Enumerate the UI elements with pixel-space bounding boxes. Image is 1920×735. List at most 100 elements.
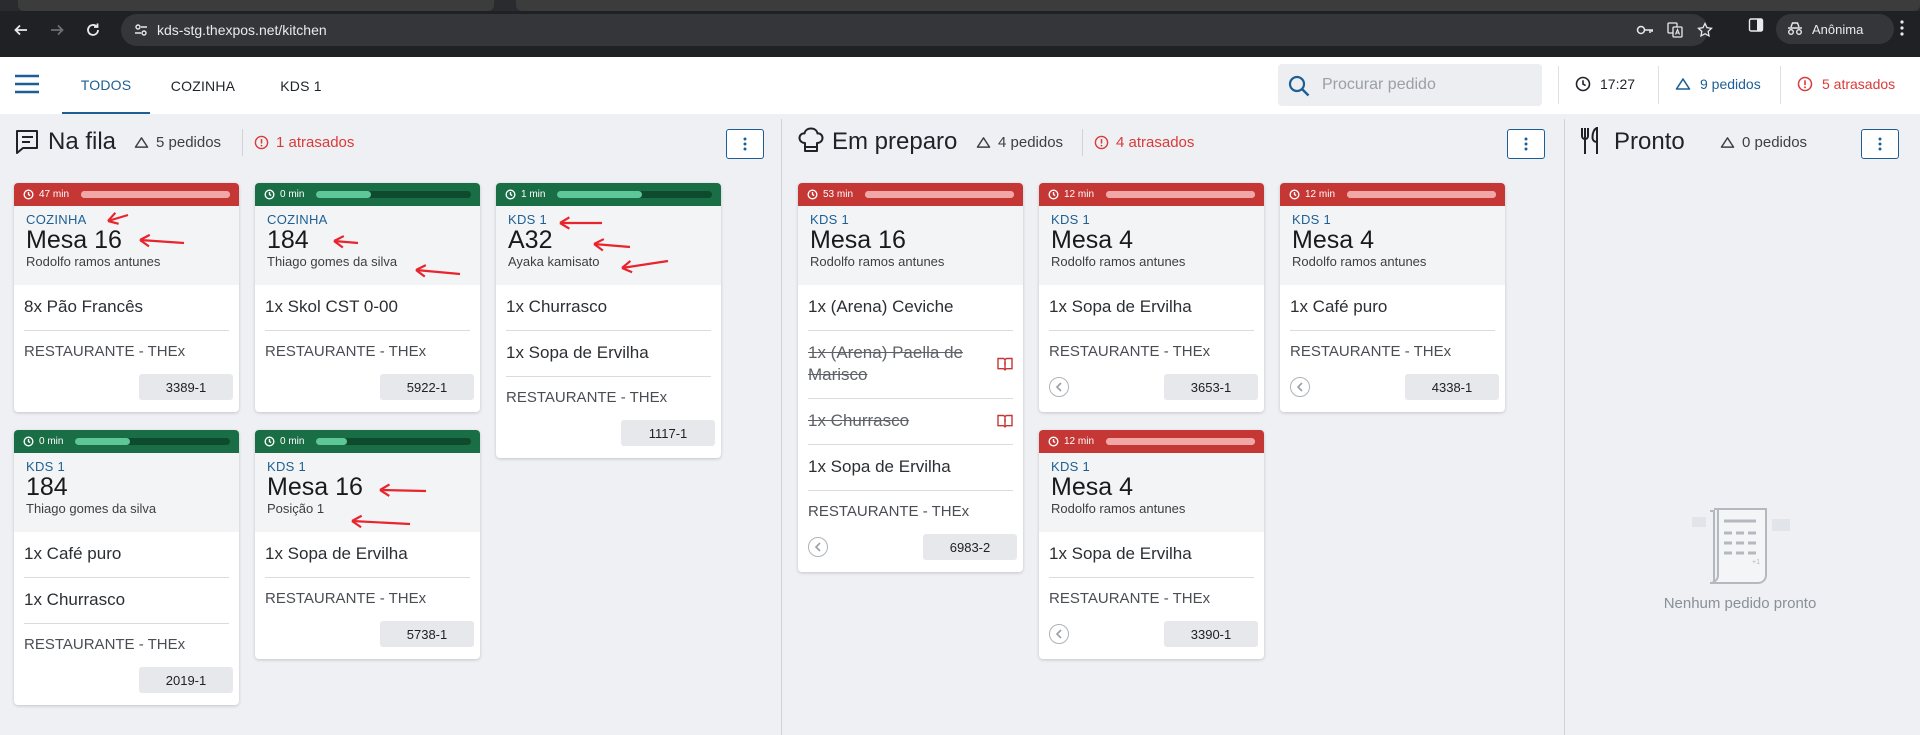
incognito-label: Anônima bbox=[1812, 21, 1864, 37]
order-code-chip[interactable]: 6983-2 bbox=[923, 534, 1017, 560]
order-item[interactable]: 1x Churrasco bbox=[506, 285, 711, 331]
order-card[interactable]: 0 min COZINHA 184 Thiago gomes da silva 1x S… bbox=[255, 183, 480, 412]
clock-icon bbox=[1048, 189, 1059, 200]
order-name: Mesa 16 bbox=[810, 226, 906, 254]
tab-todos[interactable]: TODOS bbox=[62, 57, 150, 114]
restaurant-name: RESTAURANTE - THEx bbox=[1290, 343, 1452, 360]
divider bbox=[1780, 66, 1781, 104]
customer-name: Rodolfo ramos antunes bbox=[1051, 254, 1186, 269]
order-item[interactable]: 1x (Arena) Paella de Marisco bbox=[808, 331, 1013, 399]
order-item[interactable]: 1x Sopa de Ervilha bbox=[1049, 532, 1254, 578]
search-input[interactable] bbox=[1322, 74, 1532, 96]
site-settings-icon[interactable] bbox=[134, 23, 148, 37]
order-code-chip[interactable]: 5922-1 bbox=[380, 374, 474, 400]
divider bbox=[242, 129, 243, 156]
customer-name: Thiago gomes da silva bbox=[26, 501, 157, 516]
column-options-button[interactable] bbox=[1507, 129, 1545, 159]
timer-progress-fill bbox=[316, 191, 371, 198]
move-back-button[interactable] bbox=[808, 537, 828, 557]
browser-tab[interactable] bbox=[516, 0, 1920, 11]
elapsed-time: 12 min bbox=[1064, 436, 1095, 447]
tab-kds-1[interactable]: KDS 1 bbox=[256, 57, 346, 114]
chevron-left-icon bbox=[814, 542, 821, 552]
station-label: KDS 1 bbox=[1051, 459, 1091, 474]
order-item[interactable]: 1x Sopa de Ervilha bbox=[506, 331, 711, 377]
order-footer: 6983-2 bbox=[798, 530, 1023, 572]
station-label: KDS 1 bbox=[810, 212, 850, 227]
order-card[interactable]: 1 min KDS 1 A32 Ayaka kamisato 1x Churrasco 1… bbox=[496, 183, 721, 458]
order-code-chip[interactable]: 4338-1 bbox=[1405, 374, 1499, 400]
timer-progress-bar bbox=[1106, 438, 1255, 445]
order-timer: 12 min bbox=[1280, 183, 1505, 206]
order-card[interactable]: 47 min COZINHA Mesa 16 Rodolfo ramos antune… bbox=[14, 183, 239, 412]
back-icon[interactable] bbox=[8, 17, 34, 43]
address-bar[interactable]: kds-stg.thexpos.net/kitchen bbox=[121, 14, 1713, 46]
search-box[interactable] bbox=[1278, 64, 1542, 106]
order-card[interactable]: 12 min KDS 1 Mesa 4 Rodolfo ramos antunes 1x… bbox=[1039, 183, 1264, 412]
order-code-chip[interactable]: 5738-1 bbox=[380, 621, 474, 647]
cancelled-book-icon[interactable] bbox=[997, 357, 1013, 372]
order-item[interactable]: 1x Café puro bbox=[1290, 285, 1495, 331]
restaurant-name: RESTAURANTE - THEx bbox=[24, 343, 186, 360]
customer-name: Rodolfo ramos antunes bbox=[1051, 501, 1186, 516]
order-item[interactable]: 1x Sopa de Ervilha bbox=[808, 445, 1013, 491]
reload-icon[interactable] bbox=[80, 17, 106, 43]
elapsed-time: 0 min bbox=[39, 436, 64, 447]
ready-empty-state: +1 Nenhum pedido pronto bbox=[1640, 505, 1840, 612]
column-options-button[interactable] bbox=[726, 129, 764, 159]
timer-progress-bar bbox=[316, 438, 471, 445]
order-code-chip[interactable]: 1117-1 bbox=[621, 420, 715, 446]
order-card[interactable]: 0 min KDS 1 Mesa 16 Posição 1 1x Sopa de Erv… bbox=[255, 430, 480, 659]
cancelled-book-icon[interactable] bbox=[997, 414, 1013, 429]
bookmark-star-icon[interactable] bbox=[1697, 22, 1713, 38]
incognito-icon bbox=[1788, 22, 1802, 35]
empty-message: Nenhum pedido pronto bbox=[1663, 595, 1817, 612]
station-label: COZINHA bbox=[267, 212, 328, 227]
elapsed-time: 12 min bbox=[1305, 189, 1336, 200]
fork-knife-icon bbox=[1581, 127, 1598, 154]
column-orders-label: 0 pedidos bbox=[1742, 134, 1808, 151]
station-label: KDS 1 bbox=[1051, 212, 1091, 227]
order-code-chip[interactable]: 3653-1 bbox=[1164, 374, 1258, 400]
order-item[interactable]: 1x Sopa de Ervilha bbox=[1049, 285, 1254, 331]
url-text[interactable]: kds-stg.thexpos.net/kitchen bbox=[157, 22, 327, 38]
order-item[interactable]: 8x Pão Francês bbox=[24, 285, 229, 331]
browser-menu-icon[interactable] bbox=[1900, 20, 1904, 36]
move-back-button[interactable] bbox=[1290, 377, 1310, 397]
order-item[interactable]: 1x Café puro bbox=[24, 532, 229, 578]
late-count-status: 5 atrasados bbox=[1797, 76, 1895, 92]
customer-name: Rodolfo ramos antunes bbox=[1292, 254, 1427, 269]
tab-cozinha[interactable]: COZINHA bbox=[158, 57, 248, 114]
order-card[interactable]: 12 min KDS 1 Mesa 4 Rodolfo ramos antunes 1x… bbox=[1039, 430, 1264, 659]
order-item-label: 1x Churrasco bbox=[506, 297, 608, 316]
side-panel-icon[interactable] bbox=[1748, 17, 1764, 33]
order-item[interactable]: 1x Skol CST 0-00 bbox=[265, 285, 470, 331]
order-header: KDS 1 Mesa 4 Rodolfo ramos antunes bbox=[1039, 206, 1264, 285]
browser-chrome: kds-stg.thexpos.net/kitchen Anônima bbox=[0, 0, 1920, 57]
order-code-chip[interactable]: 3390-1 bbox=[1164, 621, 1258, 647]
order-timer: 12 min bbox=[1039, 183, 1264, 206]
restaurant-name: RESTAURANTE - THEx bbox=[1049, 343, 1211, 360]
hamburger-menu-icon[interactable] bbox=[14, 73, 40, 97]
browser-tab[interactable] bbox=[18, 0, 494, 11]
password-key-icon[interactable] bbox=[1636, 23, 1654, 37]
column-title: Na fila bbox=[48, 128, 117, 155]
translate-icon[interactable] bbox=[1667, 22, 1683, 38]
order-timer: 1 min bbox=[496, 183, 721, 206]
move-back-button[interactable] bbox=[1049, 624, 1069, 644]
order-code-chip[interactable]: 2019-1 bbox=[139, 667, 233, 693]
order-card[interactable]: 53 min KDS 1 Mesa 16 Rodolfo ramos antunes 1… bbox=[798, 183, 1023, 572]
order-item[interactable]: 1x Sopa de Ervilha bbox=[265, 532, 470, 578]
incognito-profile-button[interactable]: Anônima bbox=[1776, 14, 1894, 44]
order-card[interactable]: 0 min KDS 1 184 Thiago gomes da silva 1x Caf… bbox=[14, 430, 239, 705]
move-back-button[interactable] bbox=[1049, 377, 1069, 397]
forward-icon[interactable] bbox=[44, 17, 70, 43]
order-item-label: 1x Sopa de Ervilha bbox=[808, 457, 951, 476]
order-item[interactable]: 1x Churrasco bbox=[24, 578, 229, 624]
divider bbox=[1082, 129, 1083, 156]
order-card[interactable]: 12 min KDS 1 Mesa 4 Rodolfo ramos antunes 1x… bbox=[1280, 183, 1505, 412]
order-code-chip[interactable]: 3389-1 bbox=[139, 374, 233, 400]
order-item[interactable]: 1x Churrasco bbox=[808, 399, 1013, 445]
column-options-button[interactable] bbox=[1861, 129, 1899, 159]
order-item[interactable]: 1x (Arena) Ceviche bbox=[808, 285, 1013, 331]
